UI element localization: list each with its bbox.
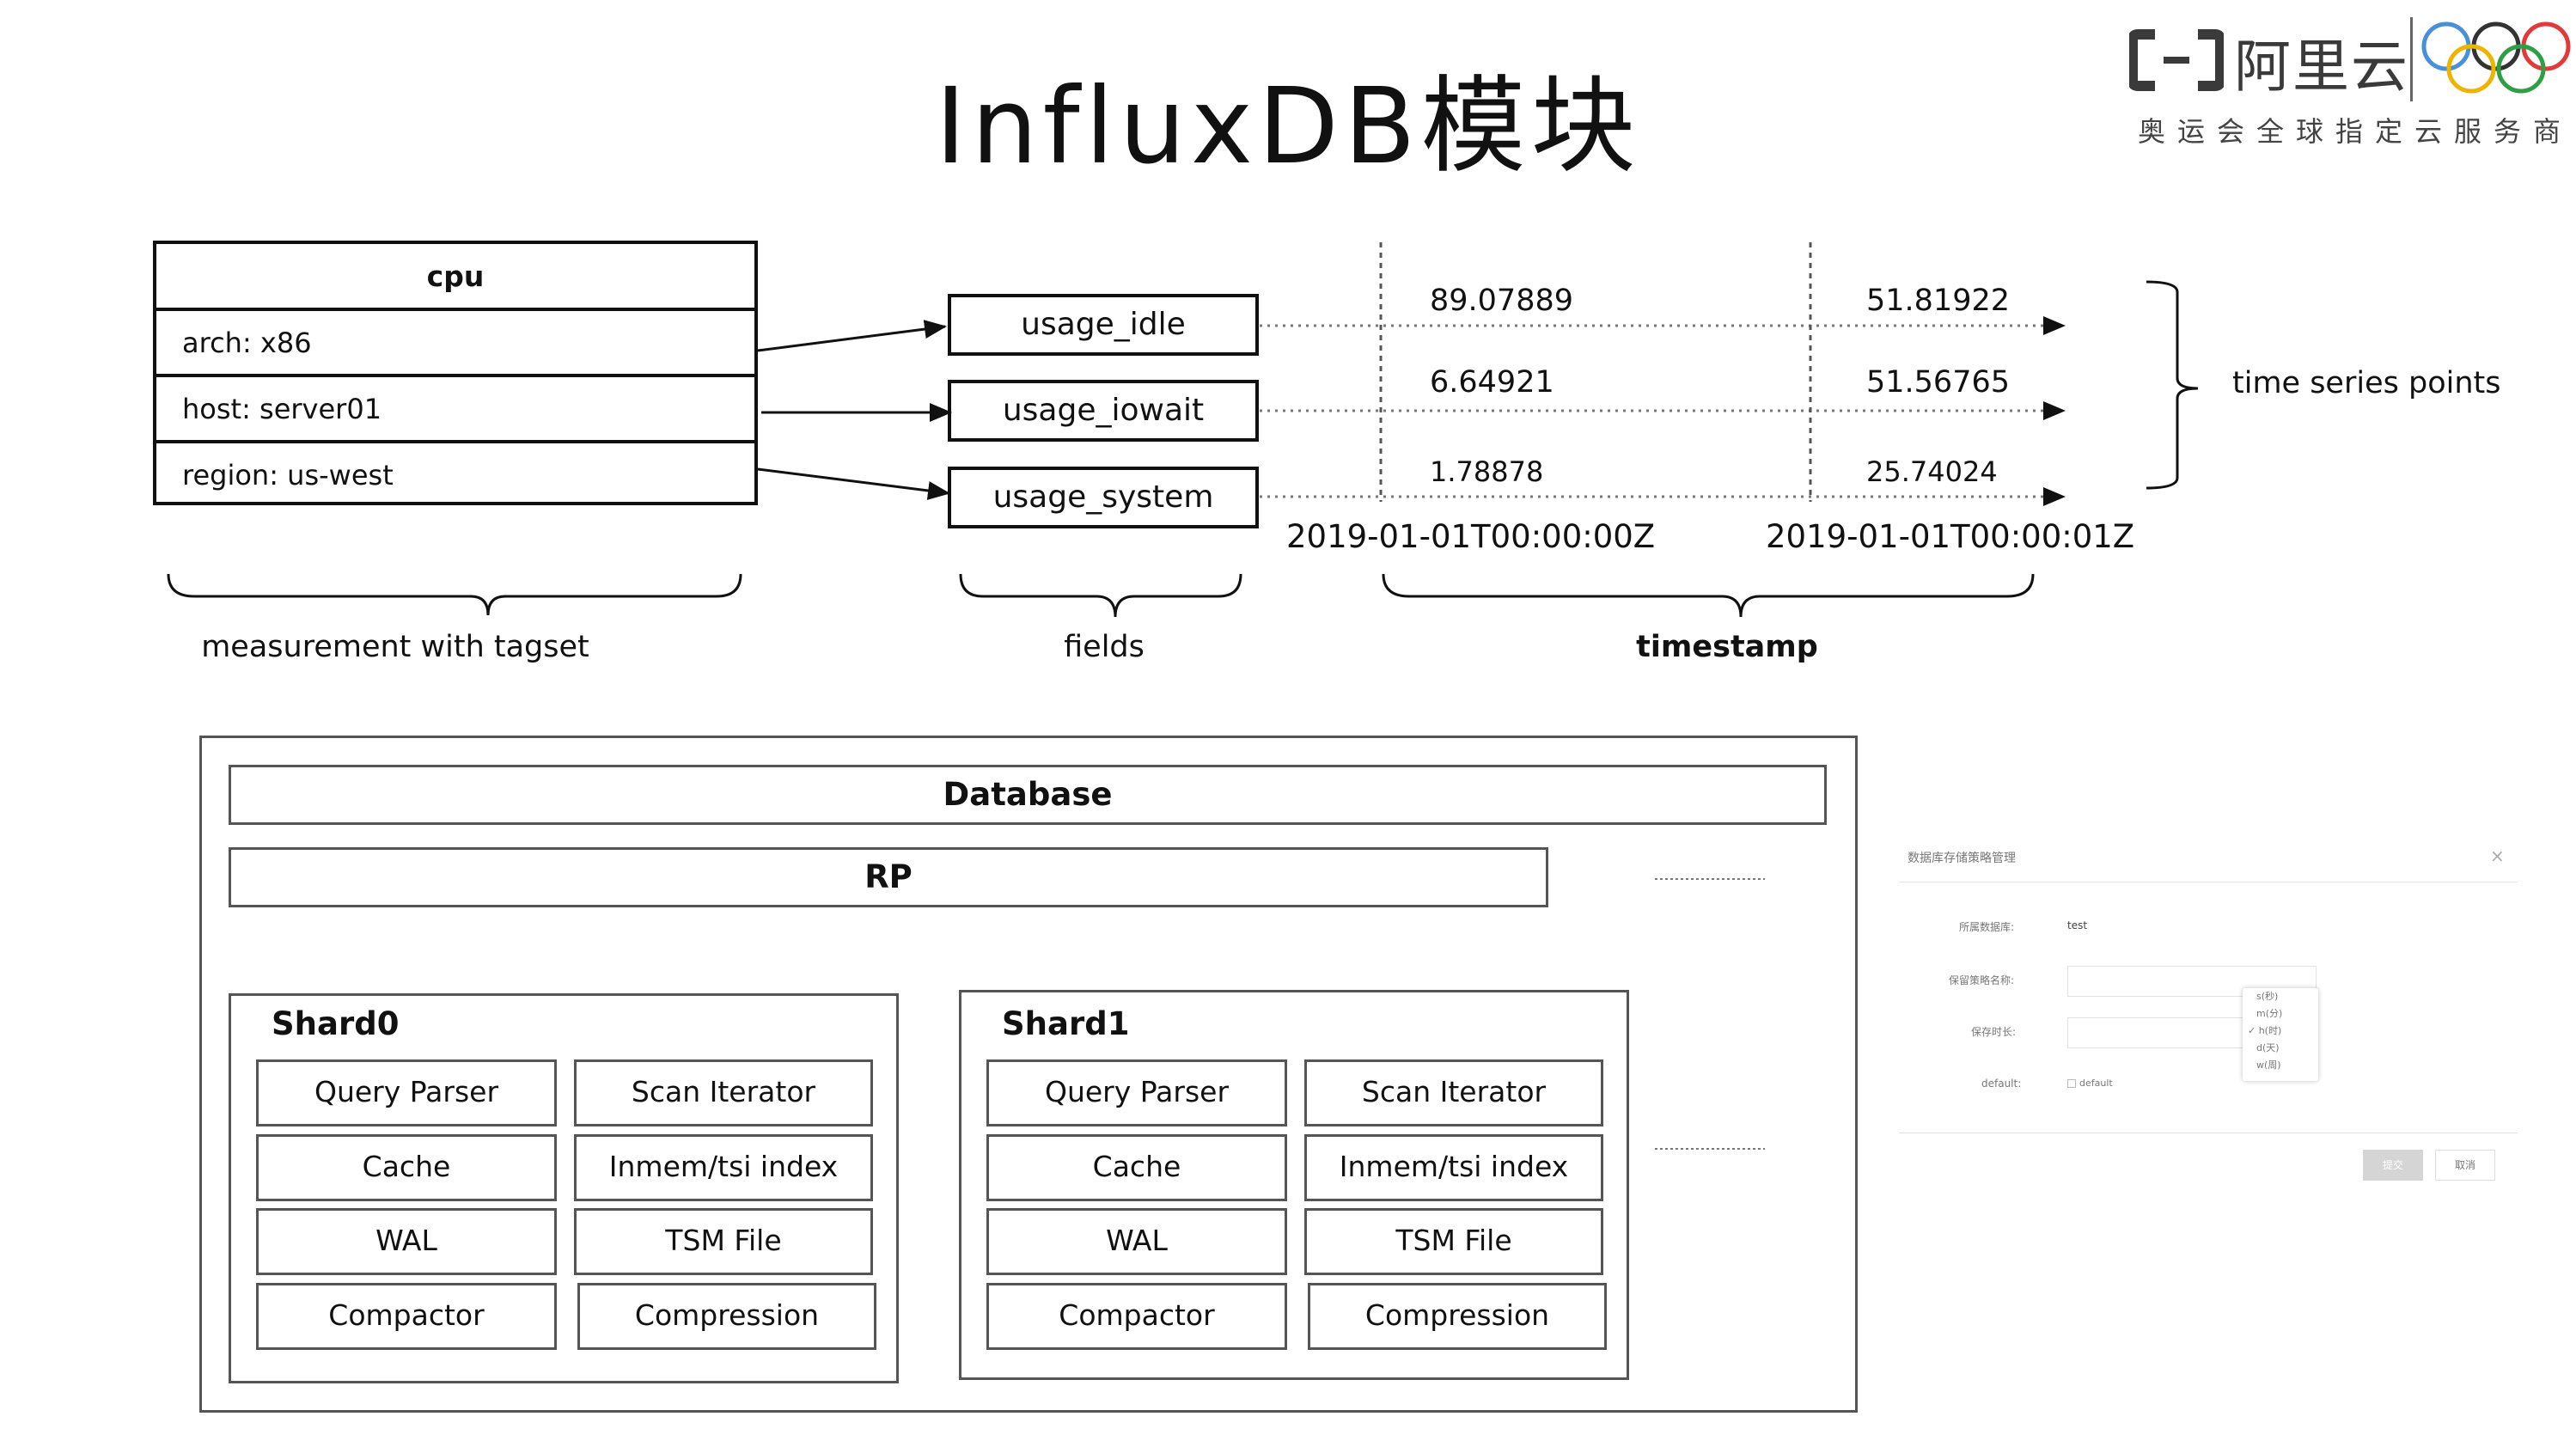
shard-component: Compactor [986, 1283, 1287, 1350]
connector-lines [167, 242, 2199, 618]
shard-component: WAL [256, 1208, 557, 1275]
measurement-brace [167, 573, 742, 616]
fields-label: fields [1064, 630, 1145, 664]
rp-bar: RP [229, 847, 1548, 907]
point-value: 51.81922 [1866, 284, 2011, 318]
shard-title: Shard0 [272, 1005, 400, 1042]
field-usage-idle: usage_idle [948, 294, 1259, 356]
rp-name-label: 保留策略名称: [1949, 974, 2015, 986]
unit-option[interactable]: w(周) [2243, 1057, 2318, 1074]
database-bar: Database [229, 765, 1827, 825]
point-value: 6.64921 [1430, 365, 1554, 400]
dialog-title: 数据库存储策略管理 [1908, 852, 2016, 865]
unit-option[interactable]: d(天) [2243, 1040, 2318, 1057]
timestamp-brace [1382, 573, 2035, 618]
shard-component: Cache [256, 1134, 557, 1201]
shard-component: Scan Iterator [1304, 1059, 1603, 1126]
default-option: default [2079, 1078, 2113, 1089]
close-icon[interactable]: × [2490, 846, 2505, 866]
measurement-label: measurement with tagset [201, 630, 589, 664]
shard-component: WAL [986, 1208, 1287, 1275]
shard-component: Compactor [256, 1283, 557, 1350]
db-value: test [2067, 919, 2088, 931]
shard-component: Inmem/tsi index [1304, 1134, 1603, 1201]
submit-button[interactable]: 提交 [2363, 1150, 2423, 1181]
default-checkbox[interactable] [2067, 1079, 2076, 1088]
db-label: 所属数据库: [1959, 921, 2015, 933]
point-value: 89.07889 [1430, 284, 1574, 318]
field-usage-iowait: usage_iowait [948, 380, 1259, 442]
fields-brace [959, 573, 1242, 618]
unit-option[interactable]: s(秒) [2243, 988, 2318, 1005]
shard-title: Shard1 [1002, 1005, 1130, 1042]
shard-component: Compression [577, 1283, 876, 1350]
timestamp-1: 2019-01-01T00:00:01Z [1766, 518, 2135, 555]
shard-component: Compression [1308, 1283, 1607, 1350]
unit-option[interactable]: ✓ h(时) [2243, 1023, 2318, 1040]
shard-component: Query Parser [256, 1059, 557, 1126]
more-indicator [1655, 878, 1765, 1150]
cancel-button[interactable]: 取消 [2435, 1150, 2495, 1181]
unit-option[interactable]: m(分) [2243, 1005, 2318, 1023]
series-label: time series points [2232, 366, 2501, 400]
shard-component: Inmem/tsi index [574, 1134, 873, 1201]
duration-label: 保存时长: [1971, 1026, 2017, 1038]
shard-component: Scan Iterator [574, 1059, 873, 1126]
retention-policy-dialog: 数据库存储策略管理 × 所属数据库: test 保留策略名称: 保存时长: s(… [1899, 846, 2518, 1206]
point-value: 51.56765 [1866, 365, 2011, 400]
shard-component: TSM File [574, 1208, 873, 1275]
shard-component: Cache [986, 1134, 1287, 1201]
unit-dropdown[interactable]: s(秒) m(分) ✓ h(时) d(天) w(周) [2243, 988, 2318, 1081]
shard-component: TSM File [1304, 1208, 1603, 1275]
arrow-region-to-system [757, 467, 950, 500]
series-bracket [2146, 280, 2199, 490]
timestamp-label: timestamp [1636, 630, 1818, 664]
point-value: 1.78878 [1430, 455, 1544, 488]
shard-component: Query Parser [986, 1059, 1287, 1126]
arrow-arch-to-idle [757, 320, 947, 352]
point-value: 25.74024 [1866, 455, 1998, 488]
timestamp-0: 2019-01-01T00:00:00Z [1286, 518, 1656, 555]
default-label: default: [1981, 1078, 2022, 1090]
field-usage-system: usage_system [948, 467, 1259, 528]
